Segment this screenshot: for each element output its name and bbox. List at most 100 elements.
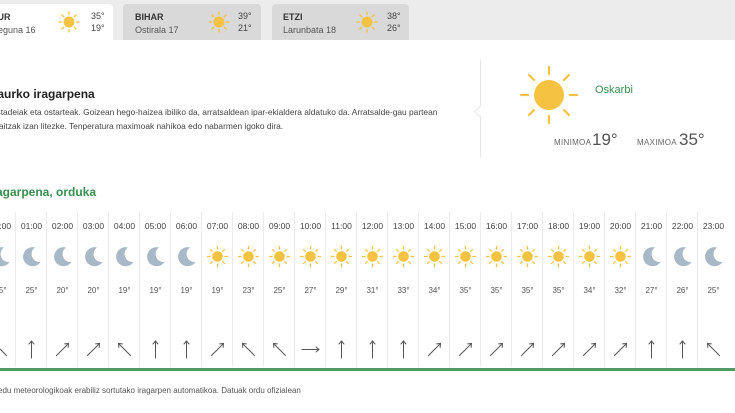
sun-icon — [547, 245, 570, 268]
hour-label: 05:00 — [144, 221, 167, 231]
hour-temperature: 34° — [428, 286, 441, 295]
hour-column: 21:00 27° — [635, 212, 666, 367]
hour-temperature: 32° — [614, 286, 627, 295]
hour-column: 06:00 19° — [170, 212, 201, 367]
wind-arrow-icon — [207, 339, 228, 360]
moon-icon — [175, 245, 198, 268]
hour-column: 16:00 35° — [480, 212, 511, 367]
hour-temperature: 19° — [211, 286, 224, 295]
wind-arrow-icon — [393, 339, 414, 360]
hour-temperature: 25° — [273, 286, 286, 295]
hour-temperature: 26° — [676, 286, 689, 295]
sun-icon — [58, 11, 80, 38]
hour-column: 09:00 25° — [263, 212, 294, 367]
hour-temperature: 33° — [397, 286, 410, 295]
hour-label: 21:00 — [640, 221, 663, 231]
hour-column: 00:00 25° — [0, 212, 15, 367]
sun-icon — [578, 245, 601, 268]
wind-arrow-icon — [703, 339, 724, 360]
hour-temperature: 31° — [366, 286, 379, 295]
hour-label: 20:00 — [609, 221, 632, 231]
hour-column: 15:00 35° — [449, 212, 480, 367]
day-tab-max: 38° — [387, 11, 401, 21]
day-tab-min: 19° — [91, 23, 105, 33]
sun-icon — [516, 245, 539, 268]
sun-icon — [609, 245, 632, 268]
hour-temperature: 34° — [583, 286, 596, 295]
min-label: MINIMOA — [554, 138, 592, 147]
forecast-title: Gaurko iragarpena — [0, 87, 95, 101]
moon-icon — [702, 245, 725, 268]
day-tab-today[interactable]: GAUR Osteguna 16 35° 19° — [0, 4, 113, 40]
hour-label: 14:00 — [423, 221, 446, 231]
hourly-strip: 00:00 25° 01:00 25° 02:00 20° 03:00 20° 04:00 19°… — [0, 212, 735, 367]
sun-icon — [392, 245, 415, 268]
hour-label: 23:00 — [702, 221, 725, 231]
wind-arrow-icon — [641, 339, 662, 360]
condition-label: Oskarbi — [595, 84, 633, 96]
wind-arrow-icon — [455, 339, 476, 360]
hour-temperature: 19° — [149, 286, 162, 295]
hour-column: 23:00 25° — [697, 212, 728, 367]
day-tabs-bar: GAUR Osteguna 16 35° 19° BIHAR Ostirala … — [0, 0, 735, 40]
hour-label: 17:00 — [516, 221, 539, 231]
wind-arrow-icon — [517, 339, 538, 360]
hour-column: 17:00 35° — [511, 212, 542, 367]
hour-temperature: 29° — [335, 286, 348, 295]
hour-label: 01:00 — [20, 221, 43, 231]
moon-icon — [0, 245, 12, 268]
wind-arrow-icon — [331, 339, 352, 360]
day-tab-date: Ostirala 17 — [135, 25, 179, 35]
moon-icon — [640, 245, 663, 268]
forecast-text: Ostadeiak eta ostarteak. Goizean hego-ha… — [0, 107, 438, 131]
hour-label: 18:00 — [547, 221, 570, 231]
hourly-title: Iragarpena, orduka — [0, 185, 97, 199]
max-label: MAXIMOA — [637, 138, 677, 147]
hour-column: 18:00 35° — [542, 212, 573, 367]
hour-column: 20:00 32° — [604, 212, 635, 367]
wind-arrow-icon — [610, 339, 631, 360]
wind-arrow-icon — [269, 339, 290, 360]
hour-label: 15:00 — [454, 221, 477, 231]
day-tab-max: 35° — [91, 11, 105, 21]
hour-temperature: 27° — [304, 286, 317, 295]
hour-label: 04:00 — [113, 221, 136, 231]
sun-icon — [423, 245, 446, 268]
hour-temperature: 25° — [707, 286, 720, 295]
day-tab-name: ETZI — [283, 12, 303, 22]
hour-temperature: 35° — [459, 286, 472, 295]
moon-icon — [20, 245, 43, 268]
hour-column: 13:00 33° — [387, 212, 418, 367]
hour-temperature: 35° — [521, 286, 534, 295]
day-tab-max: 39° — [238, 11, 252, 21]
wind-arrow-icon — [83, 339, 104, 360]
wind-arrow-icon — [548, 339, 569, 360]
day-tab-min: 26° — [387, 23, 401, 33]
summary-panel: Oskarbi MINIMOA 19° MAXIMOA 35° — [474, 60, 735, 158]
hour-column: 10:00 27° — [294, 212, 325, 367]
hour-column: 14:00 34° — [418, 212, 449, 367]
hour-label: 11:00 — [331, 221, 352, 231]
divider-line — [0, 368, 735, 371]
wind-arrow-icon — [486, 339, 507, 360]
day-tab-date: Larunbata 18 — [283, 25, 337, 35]
day-tab-min: 21° — [238, 23, 252, 33]
moon-icon — [51, 245, 74, 268]
day-tab-day-after[interactable]: ETZI Larunbata 18 38° 26° — [272, 4, 409, 40]
wind-arrow-icon — [579, 339, 600, 360]
hour-label: 09:00 — [268, 221, 291, 231]
moon-icon — [144, 245, 167, 268]
sun-icon — [356, 11, 378, 38]
sun-icon — [361, 245, 384, 268]
hour-temperature: 20° — [56, 286, 69, 295]
sun-icon — [454, 245, 477, 268]
wind-arrow-icon — [176, 339, 197, 360]
sun-icon — [206, 245, 229, 268]
day-tab-tomorrow[interactable]: BIHAR Ostirala 17 39° 21° — [123, 4, 261, 40]
panel-notch — [474, 105, 487, 118]
footnote: Eredu meteorologikoak erabiliz sortutako… — [0, 386, 301, 395]
sun-icon — [237, 245, 260, 268]
hour-column: 03:00 20° — [77, 212, 108, 367]
hour-column: 22:00 26° — [666, 212, 697, 367]
hour-temperature: 27° — [645, 286, 658, 295]
